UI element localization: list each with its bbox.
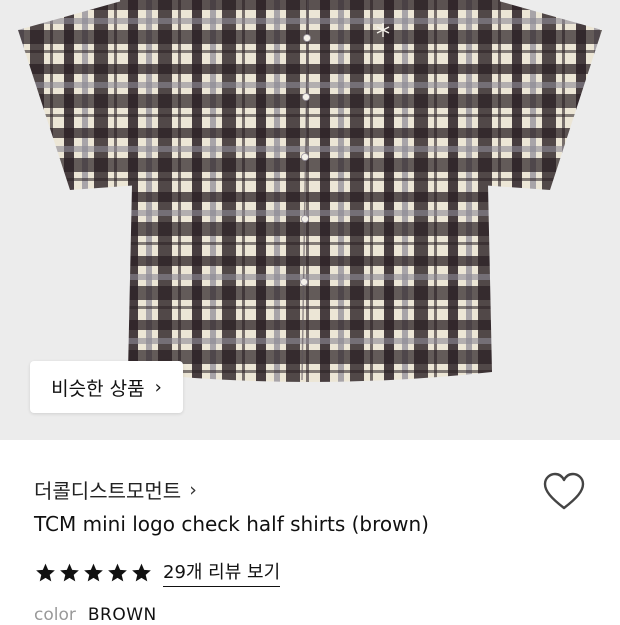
color-option: color BROWN bbox=[34, 605, 157, 625]
star-icon bbox=[108, 563, 127, 581]
star-icon bbox=[84, 563, 103, 581]
similar-products-label: 비슷한 상품 bbox=[51, 377, 145, 400]
brand-name: 더콜디스트모먼트 bbox=[34, 479, 182, 503]
reviews-link[interactable]: 29개 리뷰 보기 bbox=[163, 558, 281, 587]
heart-outline-icon[interactable] bbox=[543, 472, 585, 512]
star-rating bbox=[34, 562, 153, 584]
color-option-value: BROWN bbox=[87, 605, 157, 625]
product-title: TCM mini logo check half shirts (brown) bbox=[34, 512, 429, 536]
chevron-right-icon: › bbox=[189, 478, 197, 501]
star-icon bbox=[36, 563, 55, 581]
similar-products-button[interactable]: 비슷한 상품 › bbox=[30, 361, 183, 413]
brand-link[interactable]: 더콜디스트모먼트 › bbox=[34, 475, 197, 504]
chevron-right-icon: › bbox=[154, 376, 162, 398]
product-image[interactable]: 비슷한 상품 › bbox=[0, 0, 620, 440]
star-icon bbox=[60, 563, 79, 581]
rating-row: 29개 리뷰 보기 bbox=[34, 558, 281, 587]
star-icon bbox=[132, 563, 151, 581]
color-option-label: color bbox=[34, 605, 76, 625]
